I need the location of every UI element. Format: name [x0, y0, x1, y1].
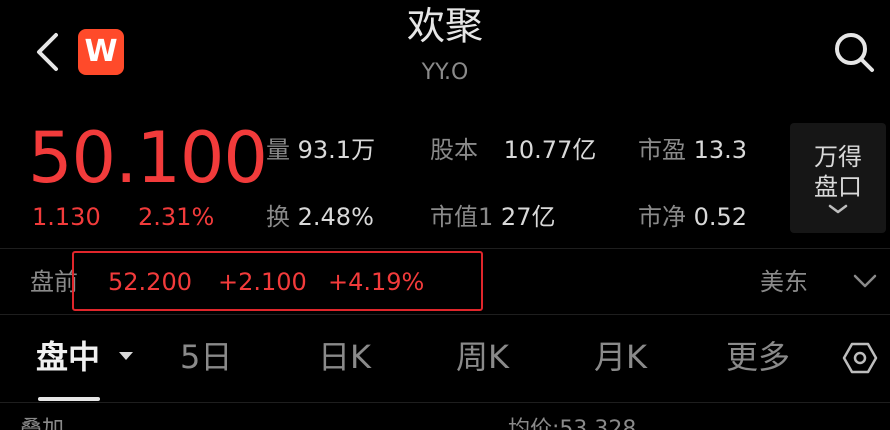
average-price: 均价:53.328	[508, 417, 637, 430]
stat-value: 13.3	[693, 136, 748, 164]
stat-value: 93.1万	[297, 136, 376, 164]
hexagon-settings-icon	[842, 342, 878, 374]
tab-5day[interactable]: 5日	[180, 336, 232, 378]
divider	[0, 248, 890, 249]
tab-intraday[interactable]: 盘中	[36, 336, 100, 378]
stat-key: 市值1	[430, 203, 494, 231]
stock-ticker: YY.O	[421, 60, 469, 85]
stock-name: 欢聚	[406, 4, 483, 48]
chevron-down-icon	[828, 204, 848, 214]
chevron-down-icon[interactable]	[852, 268, 878, 294]
stat-market-cap: 市值1 27亿	[430, 201, 555, 233]
timezone-selector[interactable]: 美东	[760, 267, 808, 297]
price-change-percent: 2.31%	[138, 203, 215, 231]
stat-pe: 市盈 13.3	[638, 134, 747, 166]
premarket-change-percent: +4.19%	[328, 268, 425, 296]
overlay-button[interactable]: 叠加	[20, 416, 64, 430]
active-tab-indicator	[38, 397, 100, 401]
order-book-label-line2: 盘口	[814, 173, 862, 201]
tab-monthly-k[interactable]: 月K	[594, 336, 647, 378]
stat-key: 股本	[430, 136, 478, 164]
stat-pb: 市净 0.52	[638, 201, 747, 233]
stat-turnover: 换 2.48%	[266, 201, 374, 233]
tab-weekly-k[interactable]: 周K	[456, 336, 509, 378]
stat-shares: 股本 10.77亿	[430, 134, 596, 166]
divider	[0, 314, 890, 315]
premarket-price: 52.200	[108, 268, 192, 296]
search-button[interactable]	[830, 28, 878, 76]
stat-value: 0.52	[693, 203, 748, 231]
tab-more[interactable]: 更多	[726, 336, 790, 378]
stat-key: 量	[266, 136, 290, 164]
premarket-label: 盘前	[30, 268, 78, 296]
stat-value: 10.77亿	[503, 136, 597, 164]
stat-value: 2.48%	[297, 203, 374, 231]
stat-key: 换	[266, 203, 290, 231]
stat-volume: 量 93.1万	[266, 134, 375, 166]
order-book-button[interactable]: 万得 盘口	[790, 123, 886, 233]
premarket-change: +2.100	[218, 268, 307, 296]
last-price: 50.100	[28, 117, 268, 199]
stock-detail-screen: W 欢聚 YY.O 50.100 1.130 2.31% 量 93.1万 股本 …	[0, 0, 890, 430]
order-book-label-line1: 万得	[814, 143, 862, 171]
divider	[0, 402, 890, 403]
tab-daily-k[interactable]: 日K	[318, 336, 371, 378]
caret-down-icon[interactable]	[118, 351, 134, 361]
stat-key: 市盈	[638, 136, 686, 164]
stat-key: 市净	[638, 203, 686, 231]
search-icon	[835, 33, 874, 72]
stat-value: 27亿	[500, 203, 556, 231]
price-change: 1.130	[32, 203, 101, 231]
chart-settings-button[interactable]	[842, 340, 878, 376]
